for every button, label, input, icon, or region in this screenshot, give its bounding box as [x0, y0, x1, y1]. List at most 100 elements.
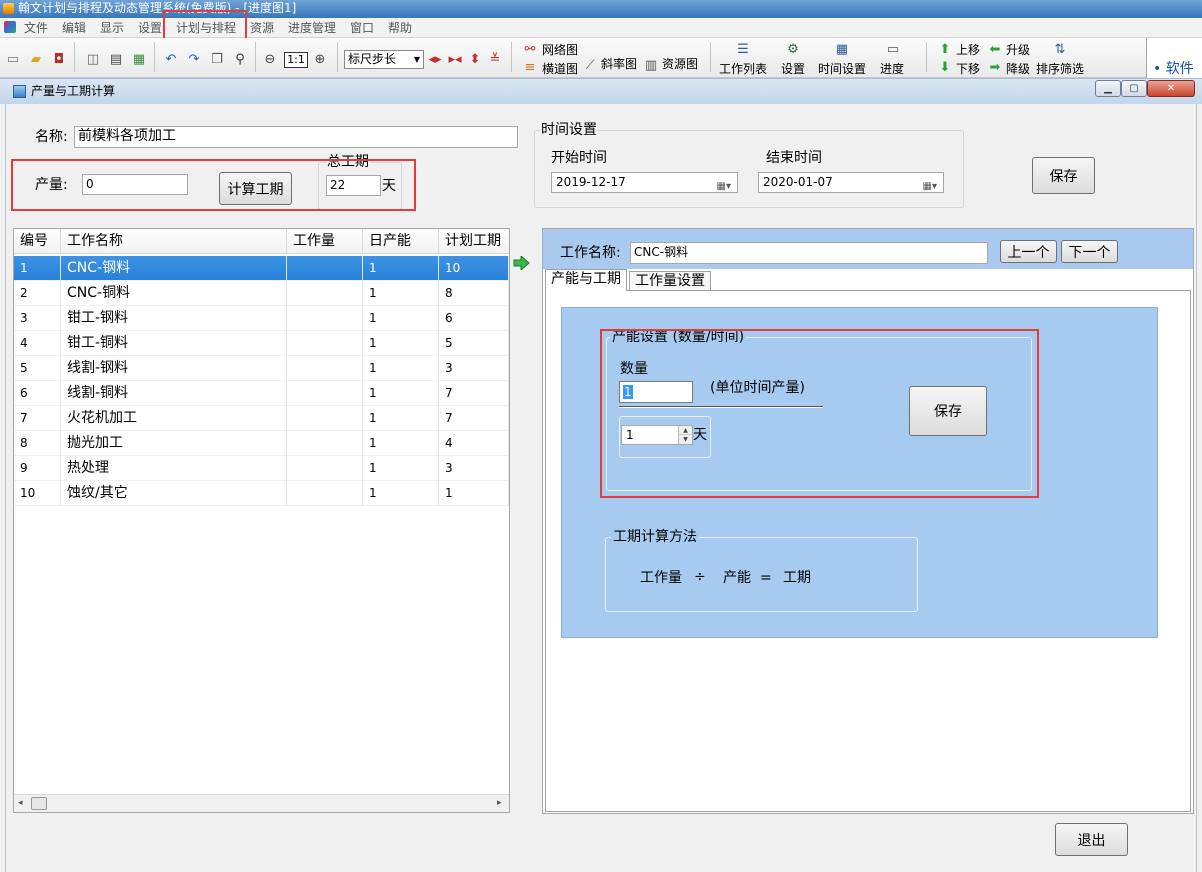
zoom-in-icon[interactable]: ⊕ [312, 52, 328, 68]
sort-filter-button[interactable]: 排序筛选 [1036, 62, 1084, 76]
cell-workload[interactable] [287, 406, 363, 431]
resource-chart-icon[interactable]: ▥ [643, 58, 659, 74]
cell-capacity[interactable]: 1 [363, 456, 439, 481]
cell-workload[interactable] [287, 431, 363, 456]
cell-id[interactable]: 10 [14, 481, 61, 506]
new-file-icon[interactable]: ▭ [5, 52, 21, 68]
scroll-thumb[interactable] [31, 797, 47, 810]
expand-horizontal-icon[interactable]: ◂▸ [427, 52, 443, 68]
cell-capacity[interactable]: 1 [363, 381, 439, 406]
menu-edit[interactable]: 编辑 [62, 20, 86, 36]
redo-icon[interactable]: ↷ [186, 52, 202, 68]
tab-capacity-duration[interactable]: 产能与工期 [545, 269, 627, 291]
menu-file[interactable]: 文件 [24, 20, 48, 36]
cell-id[interactable]: 4 [14, 331, 61, 356]
cell-capacity[interactable]: 1 [363, 281, 439, 306]
menu-settings[interactable]: 设置 [138, 20, 162, 36]
table-horizontal-scrollbar[interactable]: ◂ ▸ [14, 794, 509, 812]
cell-id[interactable]: 7 [14, 406, 61, 431]
zoom-out-icon[interactable]: ⊖ [262, 52, 278, 68]
start-date-picker[interactable]: 2019-12-17 ▦▾ [551, 172, 738, 193]
cell-id[interactable]: 8 [14, 431, 61, 456]
slope-chart-icon[interactable]: ⟋ [582, 58, 598, 74]
table-row[interactable]: 3 钳工-钢料 1 6 [14, 306, 509, 331]
cell-capacity[interactable]: 1 [363, 356, 439, 381]
table-row[interactable]: 4 钳工-铜料 1 5 [14, 331, 509, 356]
cell-name[interactable]: 火花机加工 [61, 406, 287, 431]
calendar-dropdown-icon[interactable]: ▦▾ [717, 177, 731, 196]
cell-workload[interactable] [287, 331, 363, 356]
side-panel-text[interactable]: • 软件 [1146, 38, 1202, 78]
settings-gear-icon[interactable]: ⚙ [785, 42, 801, 58]
ruler-step-select[interactable]: 标尺步长 [344, 50, 424, 69]
cell-duration[interactable]: 3 [439, 456, 509, 481]
cell-duration[interactable]: 7 [439, 381, 509, 406]
cell-workload[interactable] [287, 256, 363, 281]
cell-duration[interactable]: 6 [439, 306, 509, 331]
cell-duration[interactable]: 5 [439, 331, 509, 356]
menu-help[interactable]: 帮助 [388, 20, 412, 36]
gantt-chart-button[interactable]: 横道图 [542, 62, 578, 76]
save-button-top[interactable]: 保存 [1032, 157, 1095, 194]
export-icon[interactable]: ▦ [131, 52, 147, 68]
open-folder-icon[interactable]: ▰ [28, 52, 44, 68]
shrink-vertical-icon[interactable]: ≚ [487, 52, 503, 68]
cell-id[interactable]: 6 [14, 381, 61, 406]
cell-name[interactable]: 钳工-钢料 [61, 306, 287, 331]
cell-name[interactable]: 蚀纹/其它 [61, 481, 287, 506]
demote-button[interactable]: 降级 [1006, 62, 1030, 76]
settings-button[interactable]: 设置 [781, 62, 805, 76]
table-row[interactable]: 2 CNC-铜料 1 8 [14, 281, 509, 306]
cell-duration[interactable]: 8 [439, 281, 509, 306]
cell-workload[interactable] [287, 281, 363, 306]
minimize-button[interactable]: ▁ [1095, 80, 1121, 97]
move-down-button[interactable]: 下移 [956, 62, 980, 76]
table-row[interactable]: 10 蚀纹/其它 1 1 [14, 481, 509, 506]
cell-id[interactable]: 5 [14, 356, 61, 381]
panel-splitter[interactable] [510, 228, 542, 814]
go-right-arrow-icon[interactable] [513, 256, 530, 270]
cell-duration[interactable]: 4 [439, 431, 509, 456]
gantt-chart-icon[interactable]: ≡ [522, 60, 538, 76]
cell-capacity[interactable]: 1 [363, 431, 439, 456]
progress-button[interactable]: 进度 [880, 62, 904, 76]
copy-icon[interactable]: ❐ [209, 52, 225, 68]
maximize-button[interactable]: ▢ [1121, 80, 1147, 97]
calendar-icon[interactable]: ▦ [834, 42, 850, 58]
cell-workload[interactable] [287, 481, 363, 506]
cell-workload[interactable] [287, 356, 363, 381]
table-row[interactable]: 6 线割-铜料 1 7 [14, 381, 509, 406]
cell-duration[interactable]: 3 [439, 356, 509, 381]
shrink-horizontal-icon[interactable]: ▸◂ [447, 52, 463, 68]
table-row[interactable]: 7 火花机加工 1 7 [14, 406, 509, 431]
cell-capacity[interactable]: 1 [363, 481, 439, 506]
move-up-arrow-icon[interactable]: ⬆ [937, 42, 953, 58]
slope-chart-button[interactable]: 斜率图 [601, 57, 637, 71]
cell-id[interactable]: 3 [14, 306, 61, 331]
name-input[interactable]: 前模料各项加工 [74, 126, 518, 148]
cell-duration[interactable]: 7 [439, 406, 509, 431]
undo-icon[interactable]: ↶ [163, 52, 179, 68]
cell-workload[interactable] [287, 381, 363, 406]
task-list-button[interactable]: 工作列表 [719, 62, 767, 76]
zoom-1-1-button[interactable]: 1:1 [284, 52, 308, 68]
task-name-input[interactable]: CNC-钢料 [630, 242, 988, 264]
cell-name[interactable]: CNC-铜料 [61, 281, 287, 306]
tab-workload-settings[interactable]: 工作量设置 [629, 271, 711, 291]
menu-view[interactable]: 显示 [100, 20, 124, 36]
cell-duration[interactable]: 1 [439, 481, 509, 506]
previous-button[interactable]: 上一个 [1000, 240, 1057, 263]
cell-capacity[interactable]: 1 [363, 331, 439, 356]
table-row[interactable]: 8 抛光加工 1 4 [14, 431, 509, 456]
cell-capacity[interactable]: 1 [363, 406, 439, 431]
save-disk-icon[interactable]: ◘ [51, 52, 67, 68]
col-header-duration[interactable]: 计划工期 [439, 229, 509, 254]
next-button[interactable]: 下一个 [1061, 240, 1118, 263]
scroll-left-arrow-icon[interactable]: ◂ [18, 798, 23, 808]
promote-button[interactable]: 升级 [1006, 43, 1030, 57]
time-settings-button[interactable]: 时间设置 [818, 62, 866, 76]
network-diagram-button[interactable]: 网络图 [542, 43, 578, 57]
cell-name[interactable]: 钳工-铜料 [61, 331, 287, 356]
cell-capacity[interactable]: 1 [363, 256, 439, 281]
cell-workload[interactable] [287, 306, 363, 331]
